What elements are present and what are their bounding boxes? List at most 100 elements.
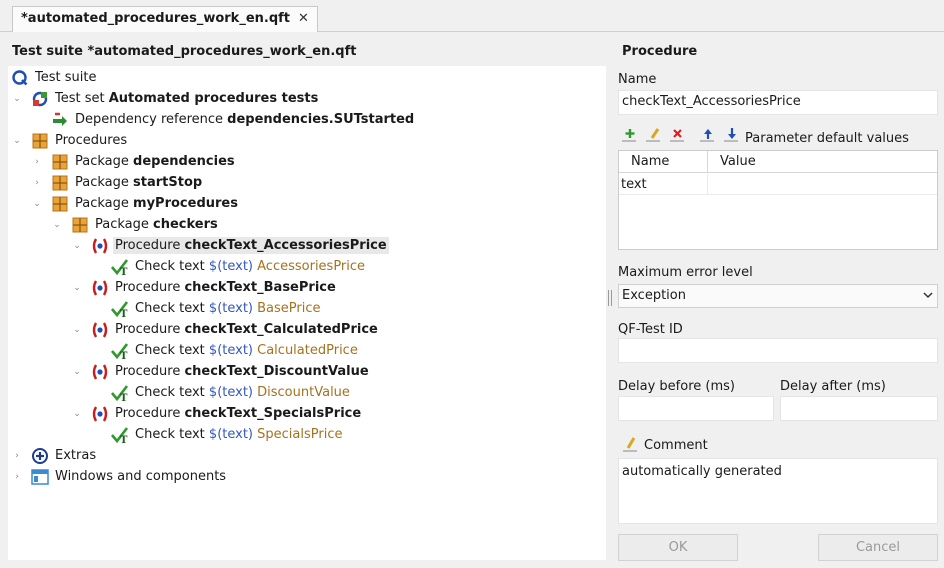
close-icon[interactable]: ✕: [298, 11, 309, 26]
tree-node-package-dependencies[interactable]: Package dependencies: [51, 151, 237, 172]
test-suite-tree[interactable]: Test suite ⌄ Test set Automated procedur…: [8, 66, 606, 560]
svg-text:T: T: [120, 267, 128, 276]
check-text-icon: T: [111, 342, 129, 360]
check-value: CalculatedPrice: [257, 343, 358, 358]
procedure-icon: [91, 405, 109, 423]
check-prefix: Check text: [135, 343, 209, 358]
tree-node-extras[interactable]: Extras: [31, 445, 98, 466]
max-error-value: Exception: [622, 288, 686, 303]
tree-node-check-text[interactable]: T Check text $(text) CalculatedPrice: [111, 340, 360, 361]
tree-node-check-text[interactable]: T Check text $(text) AccessoriesPrice: [111, 256, 367, 277]
name-field[interactable]: checkText_AccessoriesPrice: [618, 90, 938, 115]
move-up-icon[interactable]: [698, 126, 718, 144]
procedures-label: Procedures: [55, 133, 128, 148]
collapse-arrow-icon[interactable]: ⌄: [32, 193, 42, 214]
package-icon: [51, 153, 69, 171]
tree-node-check-text[interactable]: T Check text $(text) BasePrice: [111, 298, 323, 319]
delay-after-field[interactable]: [780, 396, 938, 421]
check-prefix: Check text: [135, 301, 209, 316]
collapse-arrow-icon[interactable]: ⌄: [72, 235, 82, 256]
tree-node-windows[interactable]: Windows and components: [31, 466, 228, 487]
pkg-prefix: Package: [95, 217, 154, 232]
expand-arrow-icon[interactable]: ›: [12, 445, 22, 466]
qftest-suite-icon: [11, 69, 29, 87]
params-label: Parameter default values: [745, 131, 909, 146]
tree-node-check-text[interactable]: T Check text $(text) SpecialsPrice: [111, 424, 344, 445]
tree-node-package-checkers[interactable]: Package checkers: [71, 214, 220, 235]
check-text-icon: T: [111, 426, 129, 444]
parameter-table[interactable]: Name Value text: [618, 150, 938, 250]
tree-node-package-myprocedures[interactable]: Package myProcedures: [51, 193, 240, 214]
dep-prefix: Dependency reference: [75, 112, 228, 127]
suite-title: Test suite *automated_procedures_work_en…: [12, 44, 357, 59]
cancel-button[interactable]: Cancel: [818, 534, 938, 561]
panel-splitter[interactable]: [608, 290, 612, 306]
svg-text:T: T: [120, 393, 128, 402]
tree-node-procedure[interactable]: Procedure checkText_BasePrice: [91, 277, 338, 298]
max-error-label: Maximum error level: [618, 265, 753, 280]
expand-arrow-icon[interactable]: ›: [32, 151, 42, 172]
pkg-prefix: Package: [75, 154, 134, 169]
collapse-arrow-icon[interactable]: ⌄: [72, 319, 82, 340]
collapse-arrow-icon[interactable]: ⌄: [52, 214, 62, 235]
column-header-value[interactable]: Value: [708, 151, 937, 173]
svg-text:T: T: [120, 435, 128, 444]
move-down-icon[interactable]: [722, 126, 742, 144]
collapse-arrow-icon[interactable]: ⌄: [72, 277, 82, 298]
tree-node-check-text[interactable]: T Check text $(text) DiscountValue: [111, 382, 352, 403]
dependency-arrow-icon: [51, 111, 69, 129]
collapse-arrow-icon[interactable]: ⌄: [12, 88, 22, 109]
tree-node-package-startstop[interactable]: Package startStop: [51, 172, 204, 193]
delay-before-field[interactable]: [618, 396, 774, 421]
package-icon: [51, 174, 69, 192]
qfid-field[interactable]: [618, 338, 938, 363]
check-text-icon: T: [111, 384, 129, 402]
collapse-arrow-icon[interactable]: ⌄: [72, 361, 82, 382]
pkg-name: startStop: [133, 175, 203, 190]
edit-row-icon[interactable]: [644, 126, 664, 144]
tree-node-procedure[interactable]: Procedure checkText_DiscountValue: [91, 361, 371, 382]
tree-node-procedures[interactable]: Procedures: [31, 130, 129, 151]
proc-prefix: Procedure: [115, 280, 185, 295]
tree-node-procedure[interactable]: Procedure checkText_AccessoriesPrice: [91, 235, 389, 256]
tree-node-procedure[interactable]: Procedure checkText_CalculatedPrice: [91, 319, 380, 340]
testset-prefix: Test set: [55, 91, 109, 106]
param-value-cell[interactable]: [708, 174, 937, 195]
chevron-down-icon: [923, 289, 933, 302]
comment-field[interactable]: automatically generated: [618, 458, 938, 524]
tab-label: *automated_procedures_work_en.qft: [21, 11, 291, 26]
collapse-arrow-icon[interactable]: ⌄: [12, 130, 22, 151]
text-variable: $(text): [208, 385, 253, 400]
param-name-cell[interactable]: text: [619, 174, 708, 195]
add-row-icon[interactable]: [620, 126, 640, 144]
expand-arrow-icon[interactable]: ›: [12, 466, 22, 487]
procedure-icon: [91, 279, 109, 297]
check-text-icon: T: [111, 258, 129, 276]
collapse-arrow-icon[interactable]: ⌄: [72, 403, 82, 424]
text-variable: $(text): [208, 427, 253, 442]
check-value: AccessoriesPrice: [257, 259, 366, 274]
proc-name: checkText_SpecialsPrice: [184, 406, 362, 421]
expand-arrow-icon[interactable]: ›: [32, 172, 42, 193]
extras-plus-icon: [31, 447, 49, 465]
check-value: DiscountValue: [257, 385, 350, 400]
tree-node-test-suite[interactable]: Test suite: [11, 67, 98, 88]
check-prefix: Check text: [135, 385, 209, 400]
column-header-name[interactable]: Name: [619, 151, 708, 173]
name-label: Name: [618, 72, 657, 87]
procedure-icon: [91, 237, 109, 255]
ok-button[interactable]: OK: [618, 534, 738, 561]
delay-before-label: Delay before (ms): [618, 379, 735, 394]
check-prefix: Check text: [135, 259, 209, 274]
tree-node-dependency[interactable]: Dependency reference dependencies.SUTsta…: [51, 109, 416, 130]
pkg-prefix: Package: [75, 196, 134, 211]
tree-node-test-set[interactable]: Test set Automated procedures tests: [31, 88, 320, 109]
tree-node-procedure[interactable]: Procedure checkText_SpecialsPrice: [91, 403, 363, 424]
tab-suite[interactable]: *automated_procedures_work_en.qft ✕: [12, 6, 318, 32]
proc-name: checkText_BasePrice: [184, 280, 336, 295]
proc-prefix: Procedure: [115, 406, 185, 421]
check-prefix: Check text: [135, 427, 209, 442]
delete-row-icon[interactable]: [668, 126, 688, 144]
max-error-select[interactable]: Exception: [618, 284, 938, 308]
delay-after-label: Delay after (ms): [780, 379, 886, 394]
